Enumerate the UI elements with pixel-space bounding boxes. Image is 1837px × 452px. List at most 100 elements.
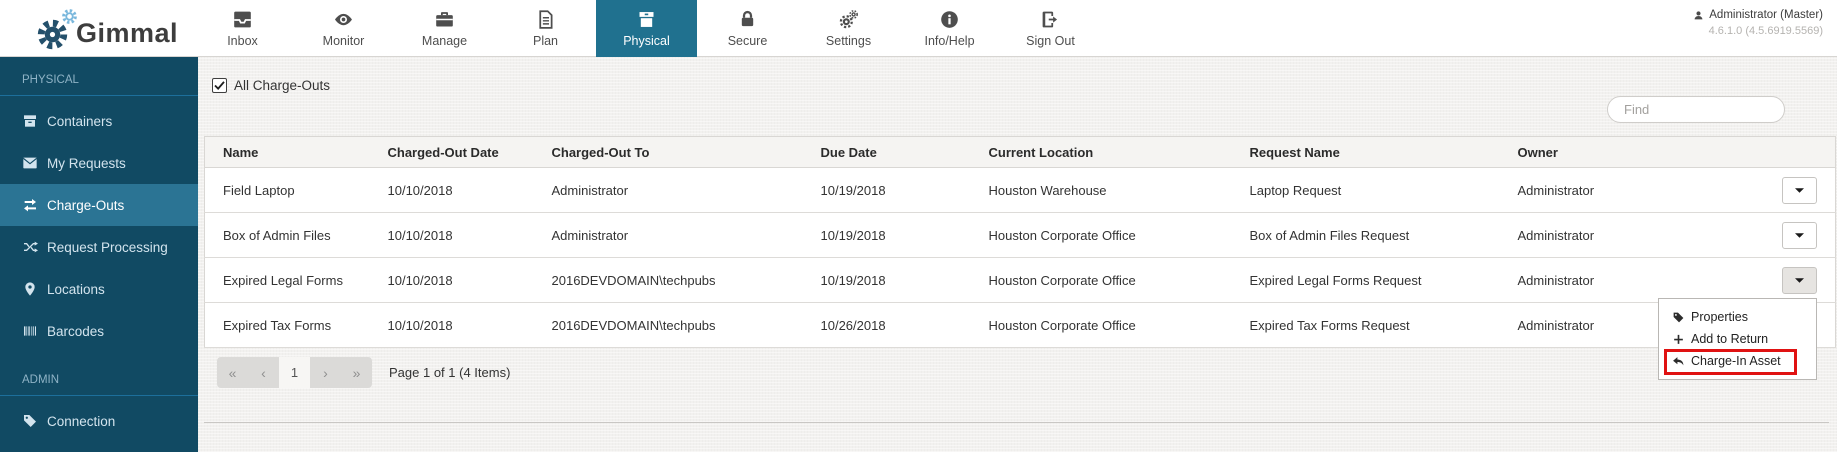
caret-down-icon [1795,188,1804,193]
pager-first-button[interactable]: « [217,357,248,388]
cell-current-location: Houston Warehouse [971,168,1232,213]
gimmal-logo[interactable]: Gimmal [36,7,178,51]
cell-current-location: Houston Corporate Office [971,213,1232,258]
sign-out-icon [1040,9,1061,30]
col-header-request-name[interactable]: Request Name [1232,137,1500,168]
cell-due-date: 10/26/2018 [803,303,971,348]
cell-charged-out-date: 10/10/2018 [370,258,534,303]
barcode-icon [22,323,38,339]
cell-charged-out-to: Administrator [534,168,803,213]
cell-charged-out-date: 10/10/2018 [370,303,534,348]
all-chargeouts-checkbox[interactable] [212,78,227,93]
sidebar-item-label: Barcodes [47,324,104,339]
col-header-name[interactable]: Name [205,137,370,168]
sidebar-list-physical: Containers My Requests Charge-Outs Reque… [0,96,198,352]
sidebar-item-label: Locations [47,282,105,297]
nav-label: Plan [533,34,558,48]
top-navigation: Inbox Monitor Manage Plan Physical Secur… [192,0,1101,57]
sidebar-item-label: Charge-Outs [47,198,124,213]
row-actions-button-open[interactable] [1782,267,1817,294]
nav-tab-inbox[interactable]: Inbox [192,0,293,57]
menu-item-charge-in-asset[interactable]: Charge-In Asset [1659,350,1816,372]
plus-icon [1672,333,1685,346]
nav-tab-secure[interactable]: Secure [697,0,798,57]
main-content: All Charge-Outs Name Charged-Out Date Ch… [198,57,1837,452]
col-header-charged-out-to[interactable]: Charged-Out To [534,137,803,168]
nav-tab-settings[interactable]: Settings [798,0,899,57]
cell-charged-out-date: 10/10/2018 [370,168,534,213]
col-header-due-date[interactable]: Due Date [803,137,971,168]
nav-label: Inbox [227,34,258,48]
sidebar-item-connection[interactable]: Connection [0,400,198,442]
info-icon [939,9,960,30]
cell-charged-out-to: 2016DEVDOMAIN\techpubs [534,303,803,348]
col-header-current-location[interactable]: Current Location [971,137,1232,168]
nav-tab-physical[interactable]: Physical [596,0,697,57]
user-block: Administrator (Master) 4.6.1.0 (4.5.6919… [1693,9,1823,37]
caret-down-icon [1795,278,1804,283]
sidebar-item-containers[interactable]: Containers [0,100,198,142]
cell-owner: Administrator [1500,213,1764,258]
nav-tab-sign-out[interactable]: Sign Out [1000,0,1101,57]
sidebar-section-admin: ADMIN [0,352,198,395]
tag-icon [1672,311,1685,324]
user-name: Administrator (Master) [1709,9,1823,21]
envelope-icon [22,155,38,171]
sidebar-item-request-processing[interactable]: Request Processing [0,226,198,268]
sidebar-item-my-requests[interactable]: My Requests [0,142,198,184]
row-actions-button[interactable] [1782,222,1817,249]
inbox-icon [232,9,253,30]
menu-item-properties[interactable]: Properties [1659,306,1816,328]
sidebar-item-label: Request Processing [47,240,168,255]
return-arrow-icon [1672,355,1685,368]
cell-charged-out-date: 10/10/2018 [370,213,534,258]
cell-current-location: Houston Corporate Office [971,303,1232,348]
cell-request-name: Expired Tax Forms Request [1232,303,1500,348]
pagination: « ‹ 1 › » Page 1 of 1 (4 Items) [217,357,510,388]
nav-label: Monitor [323,34,365,48]
row-context-menu: Properties Add to Return Charge-In Asset [1658,298,1817,380]
sidebar-item-barcodes[interactable]: Barcodes [0,310,198,352]
pager-next-button[interactable]: › [310,357,341,388]
menu-item-add-to-return[interactable]: Add to Return [1659,328,1816,350]
user-line[interactable]: Administrator (Master) [1693,9,1823,21]
pager-prev-button[interactable]: ‹ [248,357,279,388]
filter-row: All Charge-Outs [212,78,330,93]
pager-last-button[interactable]: » [341,357,372,388]
table-row[interactable]: Box of Admin Files 10/10/2018 Administra… [205,213,1836,258]
find-input[interactable] [1607,96,1785,123]
col-header-charged-out-date[interactable]: Charged-Out Date [370,137,534,168]
person-icon [1693,10,1704,21]
pager-page-1[interactable]: 1 [279,357,310,388]
gears-icon [838,9,859,30]
chargeouts-table: Name Charged-Out Date Charged-Out To Due… [204,136,1836,348]
sidebar-item-locations[interactable]: Locations [0,268,198,310]
table-row[interactable]: Expired Legal Forms 10/10/2018 2016DEVDO… [205,258,1836,303]
cell-due-date: 10/19/2018 [803,168,971,213]
cell-owner: Administrator [1500,168,1764,213]
briefcase-icon [434,9,455,30]
gimmal-gears-icon [36,7,80,51]
nav-tab-monitor[interactable]: Monitor [293,0,394,57]
cell-charged-out-to: Administrator [534,213,803,258]
archive-icon [22,113,38,129]
cell-current-location: Houston Corporate Office [971,258,1232,303]
all-chargeouts-label: All Charge-Outs [234,78,330,93]
nav-label: Settings [826,34,871,48]
sidebar-item-label: Containers [47,114,112,129]
nav-tab-manage[interactable]: Manage [394,0,495,57]
sidebar-item-charge-outs[interactable]: Charge-Outs [0,184,198,226]
app-root: Gimmal Inbox Monitor Manage Plan Physica… [0,0,1837,452]
menu-item-label: Properties [1691,310,1748,324]
cell-request-name: Laptop Request [1232,168,1500,213]
nav-tab-info-help[interactable]: Info/Help [899,0,1000,57]
cell-name: Expired Tax Forms [205,303,370,348]
table-row[interactable]: Expired Tax Forms 10/10/2018 2016DEVDOMA… [205,303,1836,348]
col-header-owner[interactable]: Owner [1500,137,1764,168]
table-row[interactable]: Field Laptop 10/10/2018 Administrator 10… [205,168,1836,213]
document-icon [535,9,556,30]
sidebar-item-label: My Requests [47,156,126,171]
nav-tab-plan[interactable]: Plan [495,0,596,57]
cell-due-date: 10/19/2018 [803,258,971,303]
row-actions-button[interactable] [1782,177,1817,204]
